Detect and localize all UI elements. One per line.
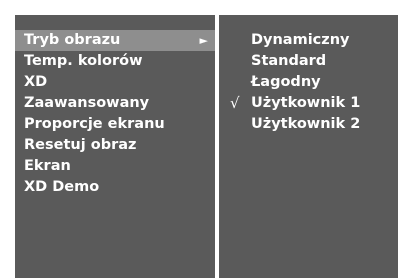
menu-item-temp-kolorow[interactable]: Temp. kolorów <box>15 51 215 72</box>
menu-item-xd[interactable]: XD <box>15 72 215 93</box>
submenu-item-label: Dynamiczny <box>251 32 350 48</box>
submenu-list: Dynamiczny Standard Łagodny √ Użytkownik… <box>219 30 398 135</box>
submenu-item-label: Standard <box>251 53 327 69</box>
menu-item-proporcje-ekranu[interactable]: Proporcje ekranu <box>15 114 215 135</box>
menu-item-label: Proporcje ekranu <box>24 116 165 132</box>
submenu-item-label: Użytkownik 1 <box>251 95 361 111</box>
submenu-item-standard[interactable]: Standard <box>219 51 398 72</box>
menu-item-label: Ekran <box>24 158 71 174</box>
submenu-panel: Dynamiczny Standard Łagodny √ Użytkownik… <box>219 15 398 278</box>
menu-item-label: XD <box>24 74 48 90</box>
submenu-item-uzytkownik-1[interactable]: √ Użytkownik 1 <box>219 93 398 114</box>
menu-item-resetuj-obraz[interactable]: Resetuj obraz <box>15 135 215 156</box>
submenu-item-label: Użytkownik 2 <box>251 116 361 132</box>
menu-item-zaawansowany[interactable]: Zaawansowany <box>15 93 215 114</box>
menu-item-label: Tryb obrazu <box>24 32 121 48</box>
menu-item-xd-demo[interactable]: XD Demo <box>15 177 215 198</box>
menu-item-label: Resetuj obraz <box>24 137 137 153</box>
main-menu-panel: Tryb obrazu ► Temp. kolorów XD Zaawansow… <box>15 15 215 278</box>
menu-item-label: Zaawansowany <box>24 95 150 111</box>
menu-item-ekran[interactable]: Ekran <box>15 156 215 177</box>
submenu-item-uzytkownik-2[interactable]: Użytkownik 2 <box>219 114 398 135</box>
triangle-right-icon: ► <box>199 34 208 47</box>
submenu-item-lagodny[interactable]: Łagodny <box>219 72 398 93</box>
submenu-item-dynamiczny[interactable]: Dynamiczny <box>219 30 398 51</box>
checkmark-icon: √ <box>230 94 240 112</box>
menu-item-label: Temp. kolorów <box>24 53 143 69</box>
submenu-item-label: Łagodny <box>251 74 321 90</box>
menu-item-tryb-obrazu[interactable]: Tryb obrazu ► <box>15 30 215 51</box>
menu-item-label: XD Demo <box>24 179 100 195</box>
osd-screen: Tryb obrazu ► Temp. kolorów XD Zaawansow… <box>0 0 412 280</box>
main-menu-list: Tryb obrazu ► Temp. kolorów XD Zaawansow… <box>15 30 215 198</box>
